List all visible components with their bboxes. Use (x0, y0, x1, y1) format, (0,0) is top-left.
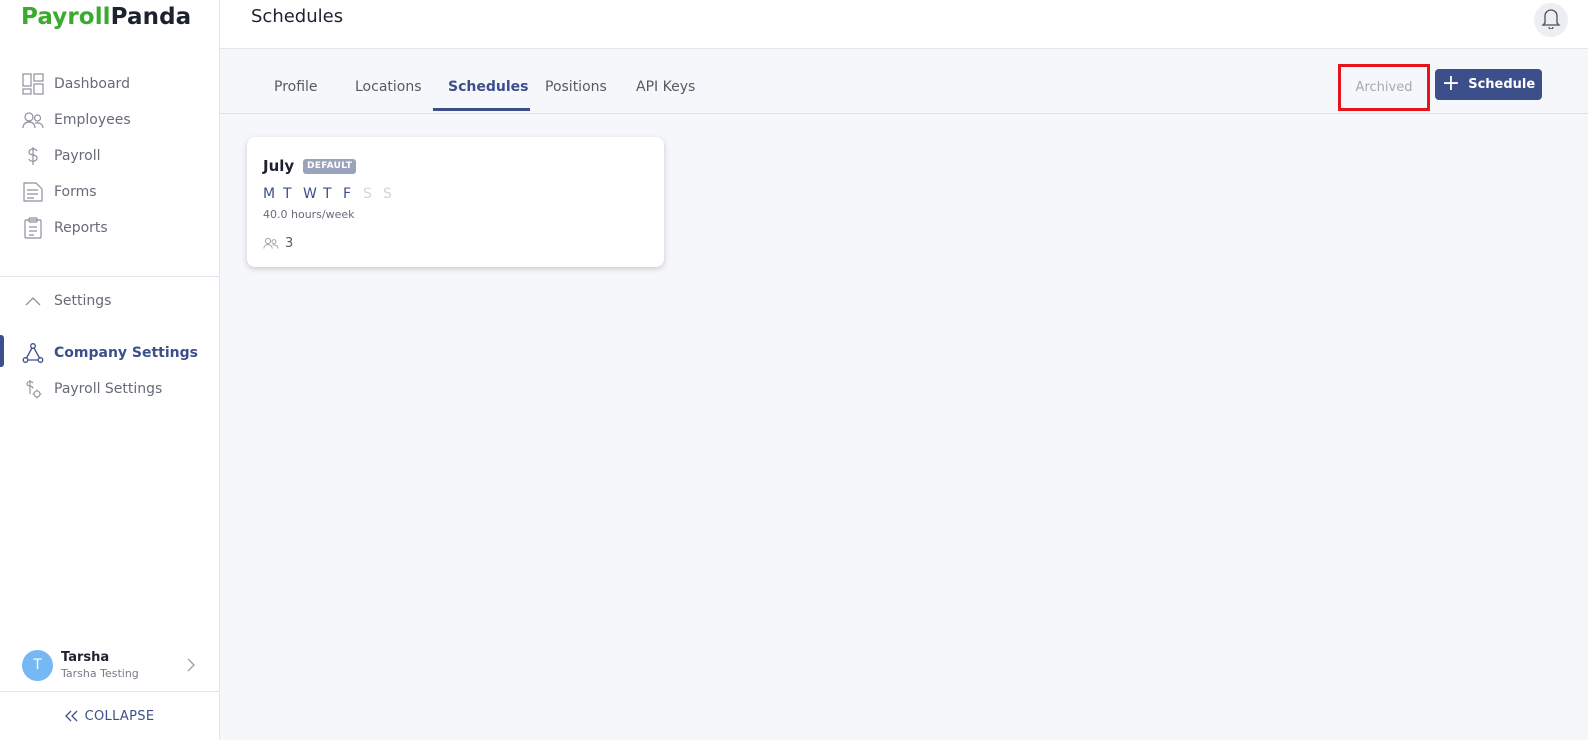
user-profile[interactable]: T Tarsha Tarsha Testing (22, 645, 197, 685)
dashboard-icon (22, 73, 44, 95)
sidebar-divider (0, 276, 219, 277)
logo-part-panda: Panda (110, 4, 192, 30)
people-icon (263, 234, 279, 253)
add-schedule-button[interactable]: + Schedule (1435, 69, 1542, 100)
sidebar-item-employees[interactable]: Employees (0, 102, 219, 138)
sidebar-item-label: Payroll Settings (54, 381, 163, 397)
chevron-up-icon (22, 292, 44, 310)
sidebar-item-company-settings[interactable]: Company Settings (0, 335, 219, 371)
document-icon (22, 181, 44, 203)
employee-count: 3 (263, 234, 293, 253)
day-thursday: T (323, 186, 332, 202)
collapse-label: COLLAPSE (84, 708, 155, 724)
tab-profile[interactable]: Profile (274, 79, 318, 112)
logo[interactable]: PayrollPanda (21, 4, 191, 30)
day-friday: F (343, 186, 352, 202)
collapse-button[interactable]: COLLAPSE (0, 691, 219, 740)
sidebar-item-dashboard[interactable]: Dashboard (0, 66, 219, 102)
notifications-button[interactable] (1534, 3, 1568, 37)
add-schedule-label: Schedule (1468, 77, 1536, 92)
schedule-hours: 40.0 hours/week (263, 208, 355, 221)
settings-toggle[interactable]: Settings (22, 292, 111, 310)
network-icon (22, 342, 44, 364)
sidebar-item-forms[interactable]: Forms (0, 174, 219, 210)
employee-count-value: 3 (285, 236, 294, 251)
day-monday: M (263, 186, 276, 202)
sidebar-item-label: Payroll (54, 148, 101, 164)
payroll-gear-icon (22, 378, 44, 400)
day-saturday: S (363, 186, 372, 202)
schedule-card[interactable]: July DEFAULT M T W T F S S 40.0 hours/we… (247, 137, 664, 267)
settings-nav: Company Settings Payroll Settings (0, 335, 219, 407)
dollar-icon (22, 145, 44, 167)
logo-part-payroll: Payroll (21, 4, 111, 30)
user-company: Tarsha Testing (61, 667, 139, 680)
schedule-name: July (263, 157, 295, 175)
sidebar-item-payroll[interactable]: Payroll (0, 138, 219, 174)
day-sunday: S (383, 186, 392, 202)
sidebar-item-reports[interactable]: Reports (0, 210, 219, 246)
clipboard-icon (22, 217, 44, 239)
sidebar-item-label: Employees (54, 112, 131, 128)
user-info: Tarsha Tarsha Testing (61, 650, 139, 680)
top-header: Schedules (220, 0, 1588, 49)
main-nav: Dashboard Employees Payroll Forms Report… (0, 66, 219, 246)
sidebar-item-label: Forms (54, 184, 97, 200)
archived-button[interactable]: Archived (1338, 64, 1430, 111)
settings-label: Settings (54, 293, 112, 309)
tab-locations[interactable]: Locations (355, 79, 422, 112)
sidebar: PayrollPanda Dashboard Employees Payroll… (0, 0, 220, 740)
people-icon (22, 109, 44, 131)
active-tab-indicator (433, 108, 530, 111)
user-name: Tarsha (61, 650, 110, 665)
schedule-days: M T W T F S S (263, 186, 403, 202)
day-wednesday: W (303, 186, 317, 202)
plus-icon: + (1441, 70, 1461, 96)
chevron-right-icon (187, 657, 195, 676)
tab-api-keys[interactable]: API Keys (636, 79, 695, 112)
sidebar-item-label: Reports (54, 220, 108, 236)
sidebar-item-payroll-settings[interactable]: Payroll Settings (0, 371, 219, 407)
sidebar-item-label: Dashboard (54, 76, 130, 92)
tab-positions[interactable]: Positions (545, 79, 607, 112)
double-chevron-left-icon (64, 707, 79, 726)
bell-icon (1541, 7, 1561, 33)
sidebar-item-label: Company Settings (54, 345, 198, 361)
day-tuesday: T (283, 186, 292, 202)
avatar: T (22, 649, 53, 681)
page-title: Schedules (251, 6, 344, 27)
default-badge: DEFAULT (303, 159, 357, 174)
